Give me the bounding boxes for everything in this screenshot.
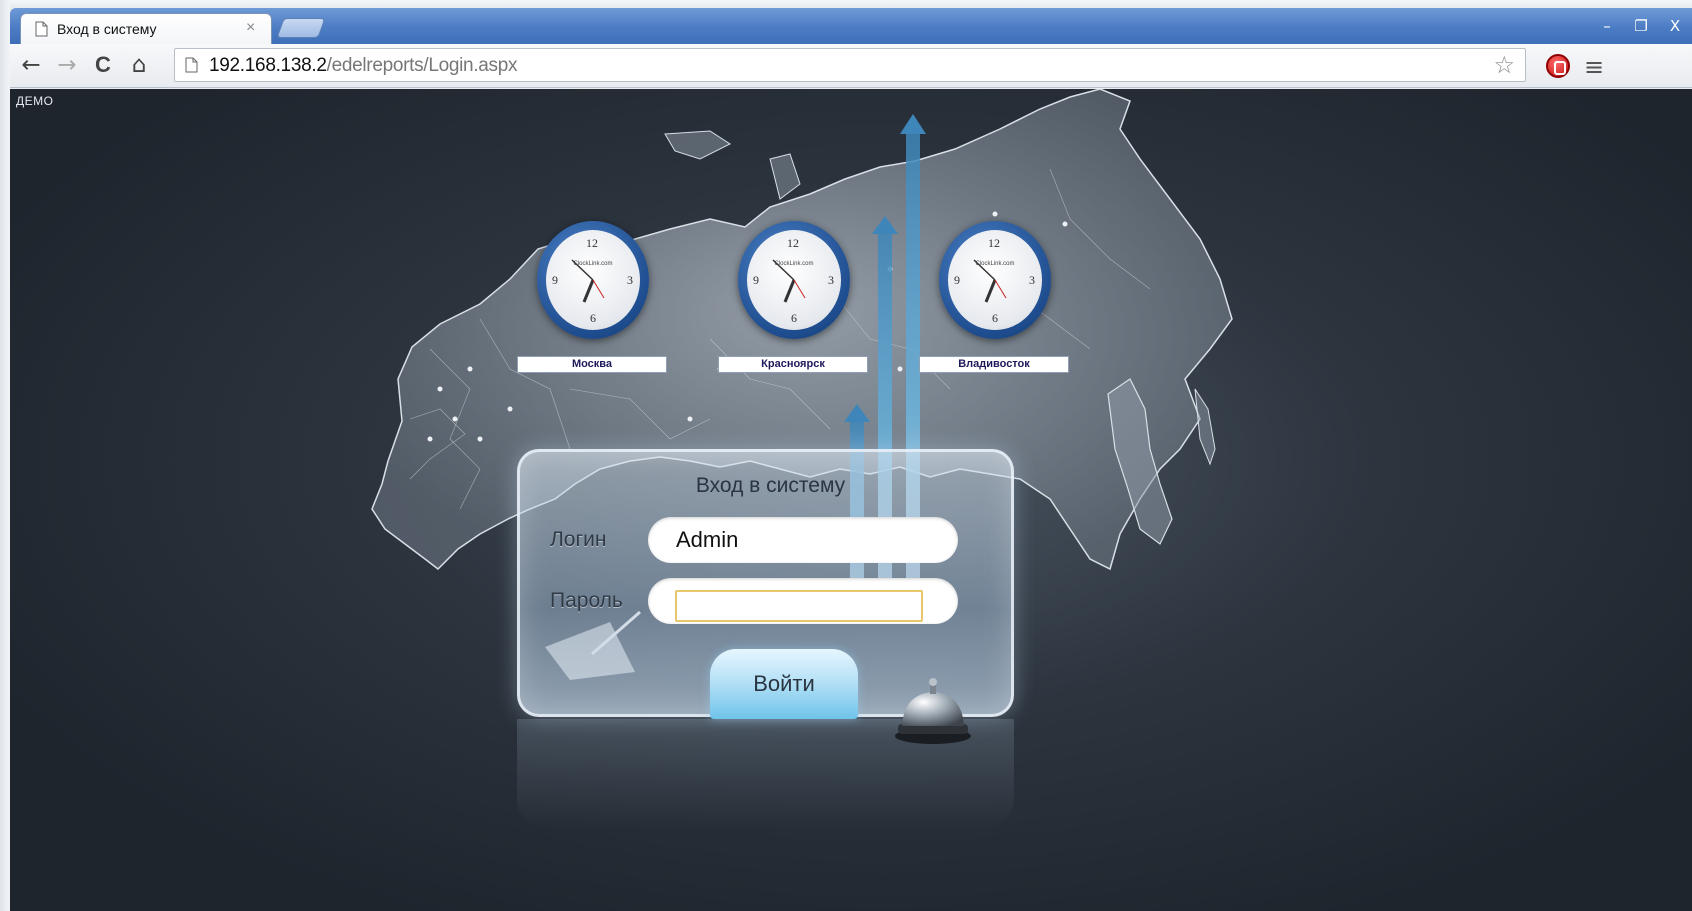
minimize-button[interactable]: – xyxy=(1590,16,1624,38)
map-island xyxy=(1194,388,1216,466)
close-icon[interactable]: × xyxy=(246,19,255,37)
home-icon[interactable]: ⌂ xyxy=(124,50,154,80)
password-label: Пароль xyxy=(550,589,623,612)
clock-hands xyxy=(973,259,1007,303)
clock-hands xyxy=(772,259,806,303)
login-button[interactable]: Войти xyxy=(710,649,858,719)
map-island-north xyxy=(664,130,732,160)
login-field xyxy=(648,517,958,563)
login-label: Логин xyxy=(550,528,607,551)
password-field xyxy=(648,578,958,624)
url-path: /edelreports/Login.aspx xyxy=(326,55,518,76)
clock-face: 12 3 6 9 ClockLink.com xyxy=(948,230,1042,330)
city-label-moscow: Москва xyxy=(517,356,667,373)
password-input[interactable] xyxy=(675,590,923,622)
tab-title: Вход в систему xyxy=(57,21,157,37)
clock-moscow: 12 3 6 9 ClockLink.com xyxy=(537,221,649,339)
forward-icon[interactable]: → xyxy=(52,50,82,80)
close-window-button[interactable]: X xyxy=(1658,16,1692,38)
restore-button[interactable]: ❐ xyxy=(1624,16,1658,38)
desktop-left-strip xyxy=(0,0,10,911)
reload-icon[interactable]: C xyxy=(88,50,118,80)
address-bar[interactable]: 192.168.138.2/edelreports/Login.aspx ☆ xyxy=(174,48,1526,82)
browser-tab[interactable]: Вход в систему × xyxy=(20,13,272,44)
window-controls: – ❐ X xyxy=(1590,16,1692,38)
url-text: 192.168.138.2/edelreports/Login.aspx xyxy=(209,55,518,77)
map-island-taimyr xyxy=(769,153,801,200)
page-icon xyxy=(35,21,48,37)
clock-face: 12 3 6 9 ClockLink.com xyxy=(747,230,841,330)
page-icon xyxy=(185,57,198,73)
quill-icon xyxy=(545,610,641,680)
star-icon[interactable]: ☆ xyxy=(1493,51,1515,79)
extension-icon[interactable] xyxy=(1546,54,1570,78)
menu-icon[interactable]: ≡ xyxy=(1584,53,1604,81)
back-icon[interactable]: ← xyxy=(16,50,46,80)
clock-face: 12 3 6 9 ClockLink.com xyxy=(546,230,640,330)
browser-toolbar: ← → C ⌂ 192.168.138.2/edelreports/Login.… xyxy=(10,44,1692,88)
page-viewport: ДЕМО 12 3 6 9 ClockLink.com Москва 12 3 … xyxy=(10,89,1692,911)
new-tab-icon[interactable] xyxy=(276,18,326,38)
url-host: 192.168.138.2 xyxy=(209,55,327,76)
city-label-vladivostok: Владивосток xyxy=(919,356,1069,373)
clock-vladivostok: 12 3 6 9 ClockLink.com xyxy=(939,221,1051,339)
clock-hands xyxy=(571,259,605,303)
clock-krasnoyarsk: 12 3 6 9 ClockLink.com xyxy=(738,221,850,339)
city-label-krasnoyarsk: Красноярск xyxy=(718,356,868,373)
bell-icon xyxy=(895,678,971,744)
login-title: Вход в систему xyxy=(695,474,846,497)
login-input[interactable] xyxy=(676,526,936,554)
